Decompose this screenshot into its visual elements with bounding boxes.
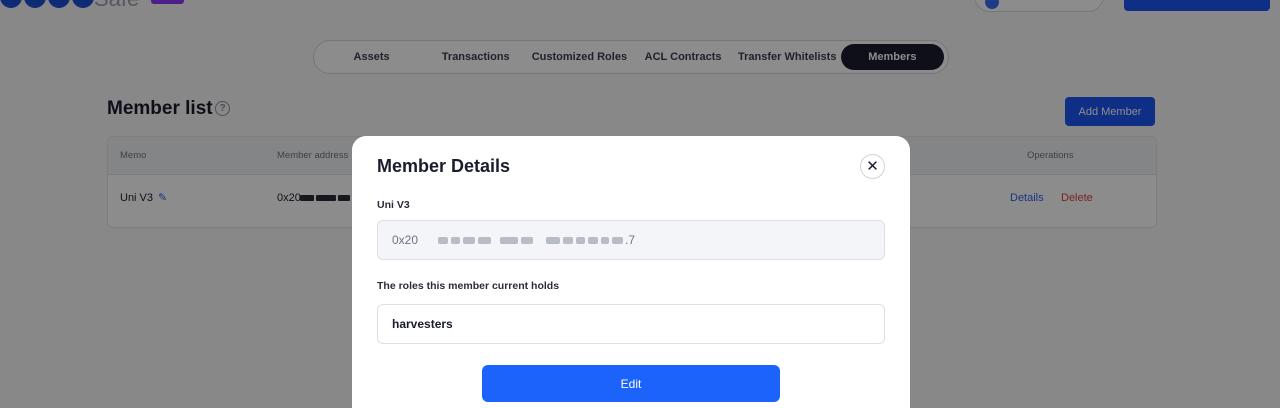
modal-title: Member Details [377, 156, 511, 176]
address-redaction [438, 236, 624, 244]
memo-label: Uni V3 [377, 199, 410, 211]
roles-field: harvesters [377, 304, 885, 344]
address-field: 0x20 .7 [377, 220, 885, 260]
address-prefix: 0x20 [392, 233, 419, 247]
address-suffix: .7 [625, 233, 636, 247]
member-details-modal: Member Details ✕ Uni V3 0x20 .7 The role… [352, 136, 910, 408]
roles-value: harvesters [392, 317, 453, 331]
edit-button[interactable]: Edit [482, 365, 780, 402]
roles-label: The roles this member current holds [377, 280, 560, 292]
close-icon: ✕ [866, 158, 879, 175]
close-button[interactable]: ✕ [860, 154, 885, 179]
